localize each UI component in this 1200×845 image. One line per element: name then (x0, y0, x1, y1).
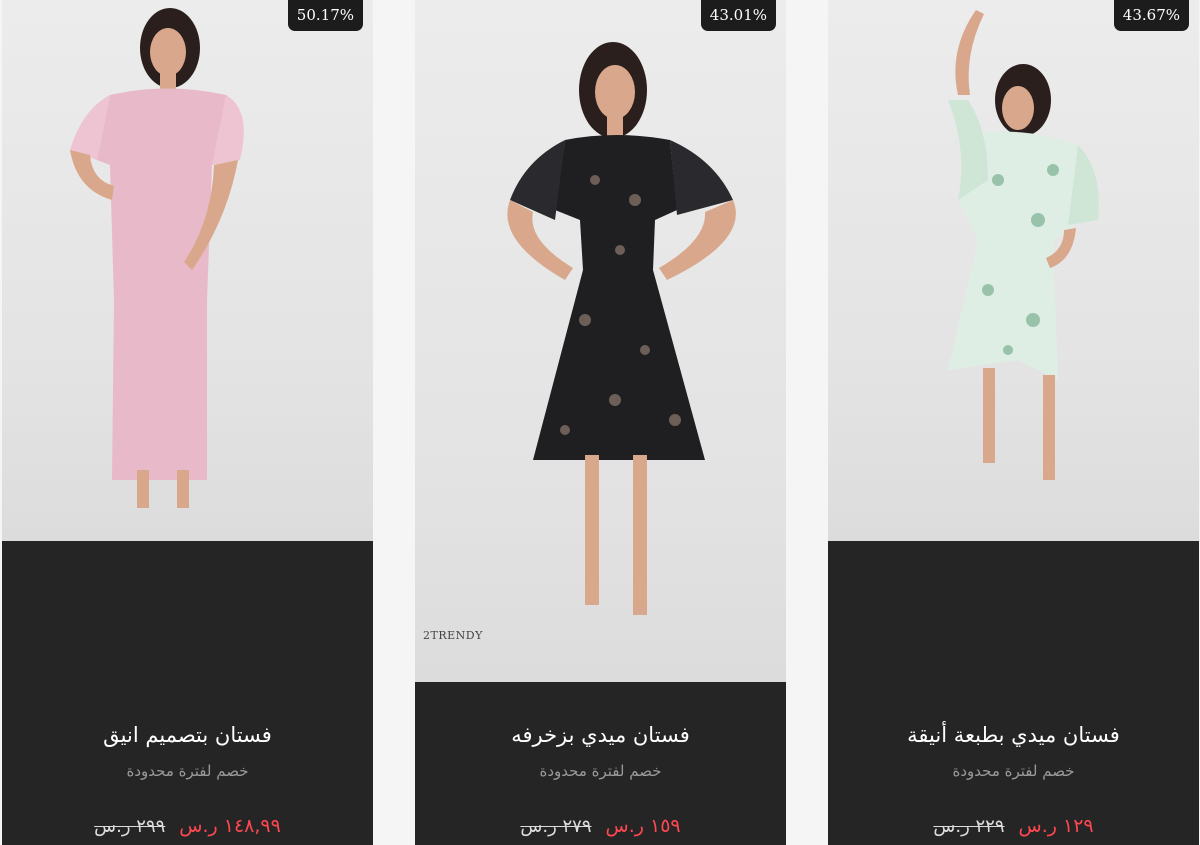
black-dress-figure (507, 42, 736, 615)
product-card[interactable]: 2TRENDY 43.01% فستان ميدي بزخرفه خصم لفت… (415, 0, 786, 845)
green-dress-figure (948, 10, 1099, 480)
price-row: ١٥٩ ر.س ٢٧٩ ر.س (415, 814, 786, 839)
sale-price: ١٢٩ ر.س (1018, 815, 1094, 837)
original-price: ٢٢٩ ر.س (933, 816, 1005, 837)
product-subtitle: خصم لفترة محدودة (539, 762, 662, 780)
discount-badge: 43.67% (1113, 0, 1189, 31)
product-name[interactable]: فستان بتصميم انيق (2, 722, 373, 748)
price-row: ١٤٨,٩٩ ر.س ٢٩٩ ر.س (2, 814, 373, 839)
product-image[interactable]: 43.67% (828, 0, 1199, 541)
discount-badge: 43.01% (700, 0, 776, 31)
sale-price: ١٤٨,٩٩ ر.س (179, 815, 281, 837)
product-card[interactable]: 50.17% فستان بتصميم انيق خصم لفترة محدود… (2, 0, 373, 845)
pink-dress-figure (70, 8, 244, 508)
product-image[interactable]: 2TRENDY 43.01% (415, 0, 786, 682)
original-price: ٢٧٩ ر.س (520, 816, 592, 837)
product-subtitle: خصم لفترة محدودة (126, 762, 249, 780)
discount-badge: 50.17% (287, 0, 363, 31)
product-name[interactable]: فستان ميدي بزخرفه (415, 722, 786, 748)
product-subtitle: خصم لفترة محدودة (952, 762, 1075, 780)
product-name[interactable]: فستان ميدي بطبعة أنيقة (828, 722, 1199, 748)
brand-watermark: 2TRENDY (423, 629, 483, 642)
original-price: ٢٩٩ ر.س (94, 816, 166, 837)
product-card[interactable]: 43.67% فستان ميدي بطبعة أنيقة خصم لفترة … (828, 0, 1199, 845)
sale-price: ١٥٩ ر.س (605, 815, 681, 837)
product-image[interactable]: 50.17% (2, 0, 373, 541)
price-row: ١٢٩ ر.س ٢٢٩ ر.س (828, 814, 1199, 839)
